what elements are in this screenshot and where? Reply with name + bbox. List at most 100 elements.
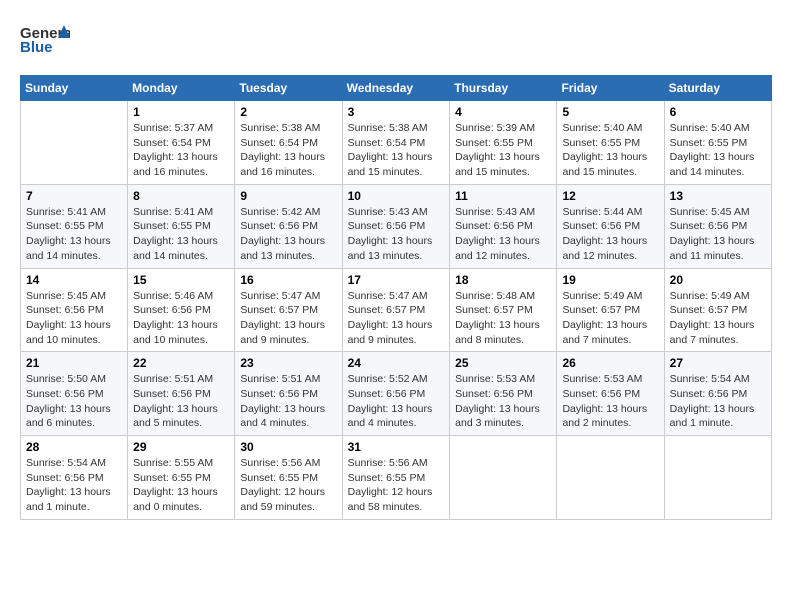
day-number: 3 <box>348 105 445 119</box>
day-info: Sunrise: 5:45 AMSunset: 6:56 PMDaylight:… <box>26 289 122 348</box>
logo: General Blue <box>20 20 74 65</box>
calendar-cell: 19 Sunrise: 5:49 AMSunset: 6:57 PMDayligh… <box>557 268 664 352</box>
day-info: Sunrise: 5:43 AMSunset: 6:56 PMDaylight:… <box>455 205 551 264</box>
day-info: Sunrise: 5:41 AMSunset: 6:55 PMDaylight:… <box>133 205 229 264</box>
day-info: Sunrise: 5:51 AMSunset: 6:56 PMDaylight:… <box>133 372 229 431</box>
calendar-cell <box>557 436 664 520</box>
calendar-cell: 3 Sunrise: 5:38 AMSunset: 6:54 PMDaylight… <box>342 101 450 185</box>
day-number: 20 <box>670 273 766 287</box>
day-info: Sunrise: 5:40 AMSunset: 6:55 PMDaylight:… <box>562 121 658 180</box>
day-info: Sunrise: 5:42 AMSunset: 6:56 PMDaylight:… <box>240 205 336 264</box>
calendar-cell: 20Sunrise: 5:49 AMSunset: 6:57 PMDayligh… <box>664 268 771 352</box>
calendar-cell: 28 Sunrise: 5:54 AMSunset: 6:56 PMDayligh… <box>21 436 128 520</box>
weekday-header-wednesday: Wednesday <box>342 76 450 101</box>
day-number: 12 <box>562 189 658 203</box>
day-number: 19 <box>562 273 658 287</box>
calendar-cell <box>450 436 557 520</box>
day-info: Sunrise: 5:53 AMSunset: 6:56 PMDaylight:… <box>455 372 551 431</box>
calendar-cell: 12 Sunrise: 5:44 AMSunset: 6:56 PMDayligh… <box>557 184 664 268</box>
day-number: 21 <box>26 356 122 370</box>
day-number: 30 <box>240 440 336 454</box>
calendar-cell: 11 Sunrise: 5:43 AMSunset: 6:56 PMDayligh… <box>450 184 557 268</box>
day-number: 28 <box>26 440 122 454</box>
day-number: 8 <box>133 189 229 203</box>
day-info: Sunrise: 5:50 AMSunset: 6:56 PMDaylight:… <box>26 372 122 431</box>
calendar-cell: 21 Sunrise: 5:50 AMSunset: 6:56 PMDayligh… <box>21 352 128 436</box>
calendar-cell: 8 Sunrise: 5:41 AMSunset: 6:55 PMDaylight… <box>128 184 235 268</box>
day-number: 27 <box>670 356 766 370</box>
day-number: 16 <box>240 273 336 287</box>
calendar-cell: 16 Sunrise: 5:47 AMSunset: 6:57 PMDayligh… <box>235 268 342 352</box>
calendar-week-2: 7 Sunrise: 5:41 AMSunset: 6:55 PMDaylight… <box>21 184 772 268</box>
calendar-cell: 18 Sunrise: 5:48 AMSunset: 6:57 PMDayligh… <box>450 268 557 352</box>
weekday-header-thursday: Thursday <box>450 76 557 101</box>
day-number: 26 <box>562 356 658 370</box>
day-info: Sunrise: 5:56 AMSunset: 6:55 PMDaylight:… <box>348 456 445 515</box>
calendar-cell: 30 Sunrise: 5:56 AMSunset: 6:55 PMDayligh… <box>235 436 342 520</box>
day-info: Sunrise: 5:39 AMSunset: 6:55 PMDaylight:… <box>455 121 551 180</box>
calendar-cell: 31 Sunrise: 5:56 AMSunset: 6:55 PMDayligh… <box>342 436 450 520</box>
calendar-cell <box>664 436 771 520</box>
calendar-cell: 27 Sunrise: 5:54 AMSunset: 6:56 PMDayligh… <box>664 352 771 436</box>
calendar-table: SundayMondayTuesdayWednesdayThursdayFrid… <box>20 75 772 520</box>
calendar-week-5: 28 Sunrise: 5:54 AMSunset: 6:56 PMDayligh… <box>21 436 772 520</box>
day-info: Sunrise: 5:44 AMSunset: 6:56 PMDaylight:… <box>562 205 658 264</box>
day-number: 7 <box>26 189 122 203</box>
day-info: Sunrise: 5:49 AMSunset: 6:57 PMDaylight:… <box>562 289 658 348</box>
day-number: 11 <box>455 189 551 203</box>
calendar-cell: 14Sunrise: 5:45 AMSunset: 6:56 PMDayligh… <box>21 268 128 352</box>
calendar-body: 1Sunrise: 5:37 AMSunset: 6:54 PMDaylight… <box>21 101 772 520</box>
calendar-cell: 29Sunrise: 5:55 AMSunset: 6:55 PMDayligh… <box>128 436 235 520</box>
svg-text:Blue: Blue <box>20 39 53 56</box>
calendar-cell: 24 Sunrise: 5:52 AMSunset: 6:56 PMDayligh… <box>342 352 450 436</box>
calendar-cell: 7Sunrise: 5:41 AMSunset: 6:55 PMDaylight… <box>21 184 128 268</box>
calendar-cell: 26 Sunrise: 5:53 AMSunset: 6:56 PMDayligh… <box>557 352 664 436</box>
day-info: Sunrise: 5:40 AMSunset: 6:55 PMDaylight:… <box>670 121 766 180</box>
day-info: Sunrise: 5:46 AMSunset: 6:56 PMDaylight:… <box>133 289 229 348</box>
day-number: 24 <box>348 356 445 370</box>
day-number: 13 <box>670 189 766 203</box>
day-info: Sunrise: 5:53 AMSunset: 6:56 PMDaylight:… <box>562 372 658 431</box>
day-number: 18 <box>455 273 551 287</box>
weekday-header-monday: Monday <box>128 76 235 101</box>
calendar-cell: 23Sunrise: 5:51 AMSunset: 6:56 PMDayligh… <box>235 352 342 436</box>
day-info: Sunrise: 5:38 AMSunset: 6:54 PMDaylight:… <box>348 121 445 180</box>
calendar-cell <box>21 101 128 185</box>
calendar-cell: 15 Sunrise: 5:46 AMSunset: 6:56 PMDayligh… <box>128 268 235 352</box>
day-number: 5 <box>562 105 658 119</box>
day-info: Sunrise: 5:45 AMSunset: 6:56 PMDaylight:… <box>670 205 766 264</box>
weekday-header-saturday: Saturday <box>664 76 771 101</box>
day-number: 1 <box>133 105 229 119</box>
day-info: Sunrise: 5:56 AMSunset: 6:55 PMDaylight:… <box>240 456 336 515</box>
calendar-cell: 10Sunrise: 5:43 AMSunset: 6:56 PMDayligh… <box>342 184 450 268</box>
day-info: Sunrise: 5:51 AMSunset: 6:56 PMDaylight:… <box>240 372 336 431</box>
day-info: Sunrise: 5:47 AMSunset: 6:57 PMDaylight:… <box>240 289 336 348</box>
calendar-cell: 5 Sunrise: 5:40 AMSunset: 6:55 PMDaylight… <box>557 101 664 185</box>
day-number: 10 <box>348 189 445 203</box>
day-info: Sunrise: 5:54 AMSunset: 6:56 PMDaylight:… <box>670 372 766 431</box>
calendar-cell: 22Sunrise: 5:51 AMSunset: 6:56 PMDayligh… <box>128 352 235 436</box>
day-info: Sunrise: 5:48 AMSunset: 6:57 PMDaylight:… <box>455 289 551 348</box>
weekday-header-tuesday: Tuesday <box>235 76 342 101</box>
calendar-week-1: 1Sunrise: 5:37 AMSunset: 6:54 PMDaylight… <box>21 101 772 185</box>
day-number: 25 <box>455 356 551 370</box>
day-number: 17 <box>348 273 445 287</box>
calendar-cell: 9 Sunrise: 5:42 AMSunset: 6:56 PMDaylight… <box>235 184 342 268</box>
day-info: Sunrise: 5:38 AMSunset: 6:54 PMDaylight:… <box>240 121 336 180</box>
weekday-header-sunday: Sunday <box>21 76 128 101</box>
day-number: 4 <box>455 105 551 119</box>
calendar-cell: 25 Sunrise: 5:53 AMSunset: 6:56 PMDayligh… <box>450 352 557 436</box>
weekday-header-friday: Friday <box>557 76 664 101</box>
day-number: 6 <box>670 105 766 119</box>
calendar-cell: 1Sunrise: 5:37 AMSunset: 6:54 PMDaylight… <box>128 101 235 185</box>
page-header: General Blue <box>20 20 772 65</box>
day-number: 15 <box>133 273 229 287</box>
day-info: Sunrise: 5:54 AMSunset: 6:56 PMDaylight:… <box>26 456 122 515</box>
calendar-cell: 17 Sunrise: 5:47 AMSunset: 6:57 PMDayligh… <box>342 268 450 352</box>
day-info: Sunrise: 5:55 AMSunset: 6:55 PMDaylight:… <box>133 456 229 515</box>
day-number: 31 <box>348 440 445 454</box>
calendar-week-4: 21 Sunrise: 5:50 AMSunset: 6:56 PMDayligh… <box>21 352 772 436</box>
day-info: Sunrise: 5:52 AMSunset: 6:56 PMDaylight:… <box>348 372 445 431</box>
day-info: Sunrise: 5:47 AMSunset: 6:57 PMDaylight:… <box>348 289 445 348</box>
day-number: 9 <box>240 189 336 203</box>
